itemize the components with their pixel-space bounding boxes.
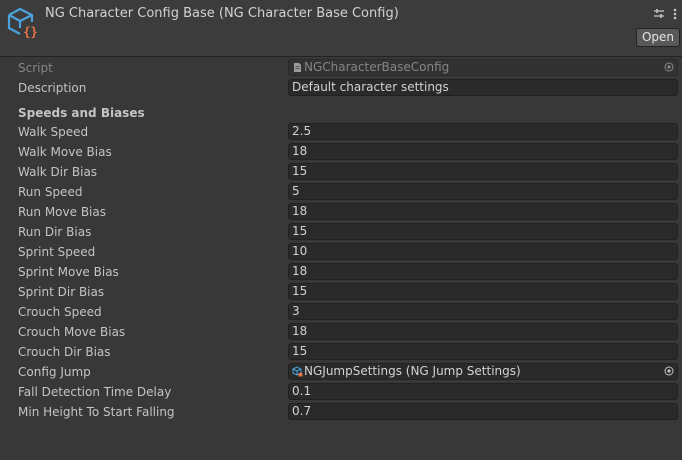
run-speed-label: Run Speed: [18, 185, 83, 199]
config-jump-label: Config Jump: [18, 365, 91, 379]
crouch-dir-bias-label: Crouch Dir Bias: [18, 345, 111, 359]
run-move-bias-field[interactable]: 18: [288, 203, 678, 220]
settings-sliders-icon[interactable]: [652, 6, 666, 22]
field-row: Sprint Dir Bias 15: [0, 282, 682, 302]
walk-dir-bias-label: Walk Dir Bias: [18, 165, 98, 179]
crouch-move-bias-field[interactable]: 18: [288, 323, 678, 340]
sprint-dir-bias-label: Sprint Dir Bias: [18, 285, 105, 299]
field-row: Run Move Bias 18: [0, 202, 682, 222]
min-height-row: Min Height To Start Falling 0.7: [0, 402, 682, 422]
object-picker-icon[interactable]: [664, 366, 674, 376]
field-row: Run Dir Bias 15: [0, 222, 682, 242]
config-jump-value: NGJumpSettings (NG Jump Settings): [304, 364, 521, 378]
script-label: Script: [18, 61, 53, 75]
description-field[interactable]: Default character settings: [288, 79, 678, 96]
sprint-speed-field[interactable]: 10: [288, 243, 678, 260]
walk-move-bias-label: Walk Move Bias: [18, 145, 112, 159]
more-vert-icon[interactable]: [668, 6, 682, 22]
walk-dir-bias-field[interactable]: 15: [288, 163, 678, 180]
sprint-speed-label: Sprint Speed: [18, 245, 96, 259]
field-row: Walk Dir Bias 15: [0, 162, 682, 182]
crouch-move-bias-label: Crouch Move Bias: [18, 325, 126, 339]
field-row: Crouch Dir Bias 15: [0, 342, 682, 362]
crouch-speed-field[interactable]: 3: [288, 303, 678, 320]
object-picker-icon[interactable]: [664, 62, 674, 72]
run-dir-bias-label: Run Dir Bias: [18, 225, 92, 239]
config-jump-row: Config Jump NGJumpSettings (NG Jump Sett…: [0, 362, 682, 382]
field-row: Sprint Move Bias 18: [0, 262, 682, 282]
run-dir-bias-field[interactable]: 15: [288, 223, 678, 240]
description-label: Description: [18, 81, 87, 95]
inspector-body: Script NGCharacterBaseConfig Description…: [0, 57, 682, 422]
scriptable-object-icon: {}: [7, 7, 38, 39]
run-speed-field[interactable]: 5: [288, 183, 678, 200]
field-row: Crouch Move Bias 18: [0, 322, 682, 342]
section-header: Speeds and Biases: [0, 104, 682, 122]
script-file-icon: [294, 63, 301, 72]
min-height-label: Min Height To Start Falling: [18, 405, 175, 419]
field-row: Sprint Speed 10: [0, 242, 682, 262]
field-row: Walk Move Bias 18: [0, 142, 682, 162]
config-jump-field[interactable]: NGJumpSettings (NG Jump Settings): [288, 363, 678, 380]
crouch-dir-bias-field[interactable]: 15: [288, 343, 678, 360]
sprint-dir-bias-field[interactable]: 15: [288, 283, 678, 300]
run-move-bias-label: Run Move Bias: [18, 205, 106, 219]
sprint-move-bias-label: Sprint Move Bias: [18, 265, 119, 279]
script-row: Script NGCharacterBaseConfig: [0, 58, 682, 78]
field-row: Run Speed 5: [0, 182, 682, 202]
description-row: Description Default character settings: [0, 78, 682, 98]
fall-delay-row: Fall Detection Time Delay 0.1: [0, 382, 682, 402]
inspector-title: NG Character Config Base (NG Character B…: [45, 6, 399, 21]
fall-delay-label: Fall Detection Time Delay: [18, 385, 172, 399]
open-button[interactable]: Open: [636, 28, 680, 47]
walk-move-bias-field[interactable]: 18: [288, 143, 678, 160]
scriptable-object-small-icon: [292, 366, 303, 377]
fall-delay-field[interactable]: 0.1: [288, 383, 678, 400]
field-row: Crouch Speed 3: [0, 302, 682, 322]
walk-speed-label: Walk Speed: [18, 125, 89, 139]
svg-text:{}: {}: [23, 25, 37, 39]
script-value: NGCharacterBaseConfig: [304, 60, 450, 74]
field-row: Walk Speed 2.5: [0, 122, 682, 142]
script-field[interactable]: NGCharacterBaseConfig: [288, 59, 678, 76]
section-title: Speeds and Biases: [18, 106, 145, 120]
walk-speed-field[interactable]: 2.5: [288, 123, 678, 140]
crouch-speed-label: Crouch Speed: [18, 305, 102, 319]
sprint-move-bias-field[interactable]: 18: [288, 263, 678, 280]
inspector-header: {} NG Character Config Base (NG Characte…: [0, 0, 682, 57]
min-height-field[interactable]: 0.7: [288, 403, 678, 420]
